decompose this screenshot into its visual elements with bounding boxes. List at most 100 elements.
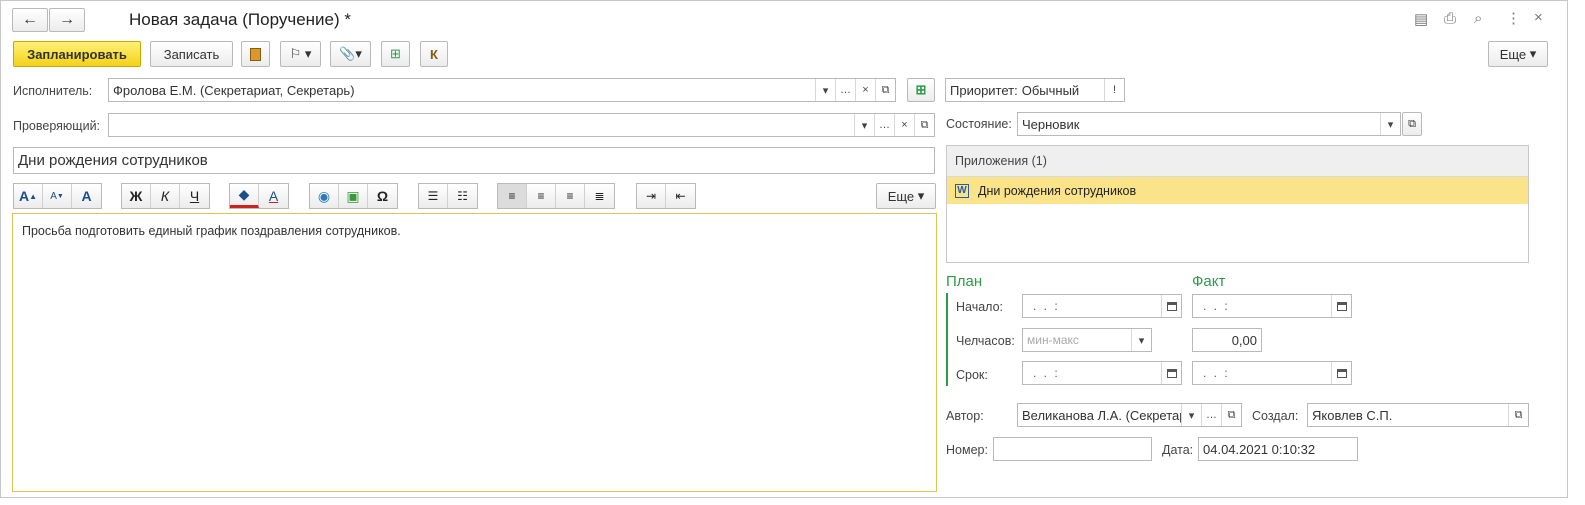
link-icon[interactable]: ◉ xyxy=(310,184,339,208)
state-open-button[interactable]: ⧉ xyxy=(1402,112,1422,136)
font-size-group: A ▲ A ▼ A xyxy=(13,183,102,209)
creator-value: Яковлев С.П. xyxy=(1312,407,1393,423)
plan-deadline-field[interactable]: . . : xyxy=(1022,361,1182,385)
clear-icon[interactable]: × xyxy=(894,114,914,136)
priority-value: Обычный xyxy=(1021,82,1080,98)
creator-label: Создал: xyxy=(1252,409,1299,423)
calendar-icon[interactable] xyxy=(1161,362,1181,384)
open-icon[interactable]: ⧉ xyxy=(875,79,895,101)
tree-button[interactable]: ⊞ xyxy=(381,41,410,67)
plan-divider xyxy=(946,293,948,386)
number-label: Номер: xyxy=(946,443,988,457)
preview-icon[interactable]: ⌕ xyxy=(1474,10,1482,27)
save-button[interactable]: Записать xyxy=(150,41,233,67)
fill-color-icon[interactable]: ◆ xyxy=(230,184,259,208)
state-field[interactable]: Черновик ▾ xyxy=(1017,112,1401,136)
flag-button[interactable]: ⚐ ▾ xyxy=(280,41,321,67)
align-justify-icon[interactable]: ≣ xyxy=(585,184,614,208)
attachment-row[interactable]: W Дни рождения сотрудников xyxy=(947,177,1528,204)
calendar-icon[interactable] xyxy=(1331,362,1351,384)
image-icon[interactable]: ▣ xyxy=(339,184,368,208)
underline-icon[interactable]: Ч xyxy=(180,184,209,208)
omega-icon[interactable]: Ω xyxy=(368,184,397,208)
select-icon[interactable]: … xyxy=(874,114,894,136)
align-left-icon[interactable]: ≡ xyxy=(498,184,527,208)
menu-icon[interactable]: ⋮ xyxy=(1506,9,1521,27)
editor-more-button[interactable]: Еще ▾ xyxy=(876,183,936,209)
reviewer-field[interactable]: ▾ … × ⧉ xyxy=(108,113,935,137)
italic-icon[interactable]: К xyxy=(151,184,180,208)
bullet-list-icon[interactable]: ☰ xyxy=(419,184,448,208)
state-value: Черновик xyxy=(1022,116,1080,132)
more-label: Еще xyxy=(1499,46,1527,62)
attach-button[interactable]: 📎▾ xyxy=(330,41,371,67)
flag-icon: ⚐ ▾ xyxy=(289,46,312,61)
insert-group: ◉ ▣ Ω xyxy=(309,183,398,209)
creator-field[interactable]: Яковлев С.П. ⧉ xyxy=(1307,403,1529,427)
indent-icon[interactable]: ⇥ xyxy=(637,184,666,208)
attachment-name: Дни рождения сотрудников xyxy=(978,183,1137,198)
open-icon[interactable]: ⧉ xyxy=(1221,404,1241,426)
close-icon[interactable]: × xyxy=(1534,9,1543,26)
fact-start-field[interactable]: . . : xyxy=(1192,294,1352,318)
back-button[interactable]: ← xyxy=(12,8,48,32)
align-right-icon[interactable]: ≡ xyxy=(556,184,585,208)
hours-label: Челчасов: xyxy=(956,334,1015,348)
select-icon[interactable]: … xyxy=(835,79,855,101)
numbered-list-icon[interactable]: ☷ xyxy=(448,184,477,208)
paperclip-icon: 📎▾ xyxy=(339,46,362,61)
open-icon[interactable]: ⧉ xyxy=(1508,404,1528,426)
k-button[interactable]: К xyxy=(420,41,448,67)
dropdown-icon[interactable]: ▾ xyxy=(1380,113,1400,135)
arrow-left-icon: ← xyxy=(22,11,38,28)
calendar-icon[interactable] xyxy=(1161,295,1181,317)
plan-start-value: . . : xyxy=(1033,299,1060,313)
fact-title: Факт xyxy=(1192,273,1226,290)
dropdown-icon[interactable]: ▾ xyxy=(854,114,874,136)
add-icon: ⊞ xyxy=(915,82,927,97)
plan-button[interactable]: Запланировать xyxy=(13,41,141,67)
plan-hours-field[interactable]: мин-макс ▾ xyxy=(1022,328,1152,352)
fact-hours-field[interactable]: 0,00 xyxy=(1192,328,1262,352)
author-label: Автор: xyxy=(946,409,984,423)
plan-title: План xyxy=(946,273,983,290)
plan-start-field[interactable]: . . : xyxy=(1022,294,1182,318)
dropdown-icon[interactable]: ▾ xyxy=(815,79,835,101)
body-editor[interactable]: Просьба подготовить единый график поздра… xyxy=(12,213,937,492)
subject-input[interactable]: Дни рождения сотрудников xyxy=(13,147,935,174)
priority-field[interactable]: Приоритет: Обычный ! xyxy=(945,78,1125,102)
number-field[interactable] xyxy=(993,437,1152,461)
fact-deadline-field[interactable]: . . : xyxy=(1192,361,1352,385)
address-book-button[interactable] xyxy=(241,41,270,67)
editor-more-label: Еще xyxy=(887,188,915,204)
font-decrease-icon[interactable]: A ▼ xyxy=(43,184,72,208)
save-icon[interactable]: ▤ xyxy=(1414,10,1428,28)
add-executor-button[interactable]: ⊞ xyxy=(907,78,935,102)
select-icon[interactable]: … xyxy=(1201,404,1221,426)
forward-button[interactable]: → xyxy=(49,8,85,32)
clear-icon[interactable]: × xyxy=(855,79,875,101)
word-doc-icon: W xyxy=(955,183,969,198)
font-icon[interactable]: A xyxy=(72,184,101,208)
calendar-icon[interactable] xyxy=(1331,295,1351,317)
print-icon[interactable]: ⎙ xyxy=(1444,10,1456,27)
dropdown-icon[interactable]: ▾ xyxy=(1131,329,1151,351)
text-color-icon[interactable]: A xyxy=(259,184,288,208)
font-increase-icon[interactable]: A ▲ xyxy=(14,184,43,208)
date-value: 04.04.2021 0:10:32 xyxy=(1203,441,1316,457)
attachments-panel: Приложения (1) W Дни рождения сотруднико… xyxy=(946,145,1529,263)
author-field[interactable]: Великанова Л.А. (Секретари ▾ … ⧉ xyxy=(1017,403,1242,427)
more-button[interactable]: Еще ▾ xyxy=(1488,41,1548,67)
exclamation-icon[interactable]: ! xyxy=(1104,79,1124,101)
style-group: Ж К Ч xyxy=(121,183,210,209)
open-icon[interactable]: ⧉ xyxy=(914,114,934,136)
date-field[interactable]: 04.04.2021 0:10:32 xyxy=(1198,437,1358,461)
book-icon xyxy=(250,47,261,61)
align-center-icon[interactable]: ≡ xyxy=(527,184,556,208)
color-group: ◆ A xyxy=(229,183,289,209)
date-label: Дата: xyxy=(1162,443,1194,457)
dropdown-icon[interactable]: ▾ xyxy=(1181,404,1201,426)
outdent-icon[interactable]: ⇤ xyxy=(666,184,695,208)
executor-field[interactable]: Фролова Е.М. (Секретариат, Секретарь) ▾ … xyxy=(108,78,896,102)
bold-icon[interactable]: Ж xyxy=(122,184,151,208)
